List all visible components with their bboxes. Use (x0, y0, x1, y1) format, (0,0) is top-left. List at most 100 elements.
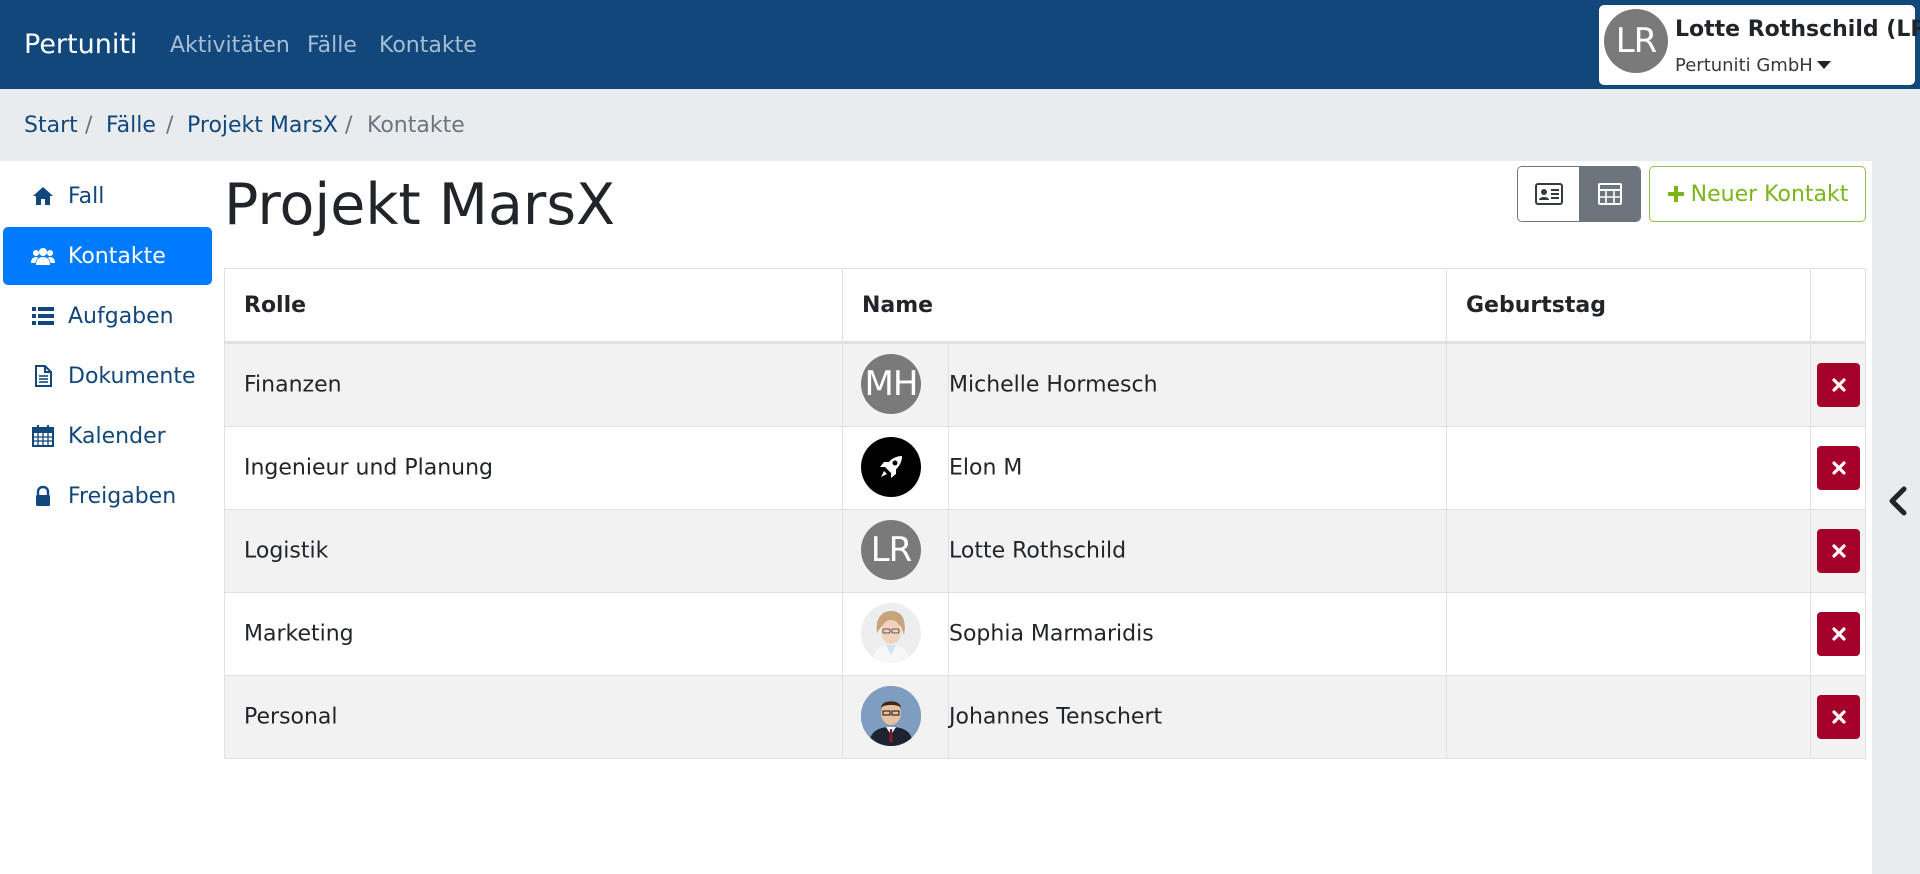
delete-button[interactable] (1817, 529, 1860, 573)
close-icon (1831, 627, 1846, 641)
role-text: Finanzen (244, 372, 342, 398)
table-row: Ingenieur und Planung Elon M (225, 426, 1865, 509)
cell-role: Finanzen (225, 344, 843, 426)
sidebar-item-dokumente[interactable]: Dokumente (3, 347, 212, 405)
cell-birthday (1447, 510, 1811, 592)
sidebar-item-fall[interactable]: Fall (3, 167, 212, 225)
sidebar-item-label: Aufgaben (68, 303, 174, 329)
breadcrumb-faelle[interactable]: Fälle (106, 113, 156, 138)
sidebar-item-aufgaben[interactable]: Aufgaben (3, 287, 212, 345)
rocket-icon (861, 437, 921, 497)
id-card-icon (1534, 183, 1563, 205)
nav-link-aktivitaeten[interactable]: Aktivitäten (170, 33, 290, 58)
role-text: Ingenieur und Planung (244, 455, 494, 481)
user-name: Lotte Rothschild (LR) (1675, 17, 1920, 42)
table-view-button[interactable] (1579, 167, 1640, 221)
table-header: Rolle Name Geburtstag (225, 269, 1865, 343)
cell-birthday (1447, 344, 1811, 426)
cell-birthday (1447, 427, 1811, 509)
column-header-rolle[interactable]: Rolle (225, 269, 843, 341)
table-icon (1597, 183, 1622, 205)
contacts-table: Rolle Name Geburtstag Finanzen MH Michel… (224, 268, 1866, 759)
cell-name: Michelle Hormesch (949, 344, 1447, 426)
breadcrumb-start[interactable]: Start (24, 113, 78, 138)
user-menu[interactable]: LR Lotte Rothschild (LR) Pertuniti GmbH (1599, 5, 1920, 85)
sidebar-item-label: Fall (68, 183, 105, 209)
nav-link-faelle[interactable]: Fälle (307, 33, 357, 58)
breadcrumb-projekt[interactable]: Projekt MarsX (187, 113, 338, 138)
cell-role: Ingenieur und Planung (225, 427, 843, 509)
users-icon (30, 243, 56, 269)
table-row: Logistik LR Lotte Rothschild (225, 509, 1865, 592)
nav-link-kontakte[interactable]: Kontakte (379, 33, 477, 58)
new-contact-label: Neuer Kontakt (1690, 181, 1849, 207)
document-icon (30, 363, 56, 389)
user-avatar: LR (1604, 9, 1668, 73)
cell-role: Personal (225, 676, 843, 758)
column-header-name[interactable]: Name (843, 269, 1447, 341)
view-toggle (1517, 166, 1641, 222)
table-row: Personal Johannes Tenschert (225, 675, 1865, 758)
sidebar-item-freigaben[interactable]: Freigaben (3, 467, 212, 525)
new-contact-button[interactable]: Neuer Kontakt (1649, 166, 1866, 222)
cell-name: Sophia Marmaridis (949, 593, 1447, 675)
card-view-button[interactable] (1518, 167, 1579, 221)
contact-name[interactable]: Sophia Marmaridis (949, 622, 1154, 647)
delete-button[interactable] (1817, 446, 1860, 490)
sidebar-item-kontakte[interactable]: Kontakte (3, 227, 212, 285)
calendar-icon (30, 423, 56, 449)
cell-name: Elon M (949, 427, 1447, 509)
contact-name[interactable]: Elon M (949, 456, 1022, 481)
table-row: Finanzen MH Michelle Hormesch (225, 343, 1865, 426)
cell-avatar: LR (843, 510, 949, 592)
brand-logo[interactable]: Pertuniti (24, 29, 137, 60)
delete-button[interactable] (1817, 695, 1860, 739)
sidebar-item-label: Kontakte (68, 243, 166, 269)
home-icon (30, 183, 56, 209)
cell-name: Johannes Tenschert (949, 676, 1447, 758)
column-header-geburtstag[interactable]: Geburtstag (1447, 269, 1811, 341)
cell-avatar (843, 593, 949, 675)
cell-avatar (843, 676, 949, 758)
breadcrumb-separator: / (345, 113, 353, 138)
cell-birthday (1447, 593, 1811, 675)
plus-icon (1667, 185, 1685, 203)
cell-role: Logistik (225, 510, 843, 592)
lock-icon (30, 483, 56, 509)
breadcrumb-separator: / (85, 113, 93, 138)
chevron-down-icon[interactable] (1817, 61, 1831, 69)
sidebar-item-label: Dokumente (68, 363, 196, 389)
breadcrumb-separator: / (166, 113, 174, 138)
photo-woman-avatar (861, 603, 921, 663)
sidebar-item-label: Kalender (68, 423, 166, 449)
contact-avatar: MH (861, 354, 921, 414)
chevron-left-icon[interactable] (1883, 484, 1913, 518)
cell-avatar (843, 427, 949, 509)
sidebar-item-label: Freigaben (68, 483, 177, 509)
table-row: Marketing Sophia Marmaridis (225, 592, 1865, 675)
photo-man-avatar (861, 686, 921, 746)
close-icon (1831, 378, 1846, 392)
contact-avatar: LR (861, 520, 921, 580)
cell-birthday (1447, 676, 1811, 758)
top-navbar: Pertuniti Aktivitäten Fälle Kontakte LR … (0, 0, 1920, 89)
close-icon (1831, 544, 1846, 558)
cell-avatar: MH (843, 344, 949, 426)
page-title: Projekt MarsX (224, 172, 616, 238)
cell-role: Marketing (225, 593, 843, 675)
role-text: Personal (244, 704, 338, 730)
breadcrumb-current: Kontakte (367, 113, 465, 138)
list-icon (30, 303, 56, 329)
contact-name[interactable]: Michelle Hormesch (949, 373, 1158, 398)
contact-name[interactable]: Johannes Tenschert (949, 705, 1162, 730)
role-text: Logistik (244, 538, 329, 564)
delete-button[interactable] (1817, 363, 1860, 407)
sidebar-item-kalender[interactable]: Kalender (3, 407, 212, 465)
contact-name[interactable]: Lotte Rothschild (949, 539, 1126, 564)
close-icon (1831, 710, 1846, 724)
cell-name: Lotte Rothschild (949, 510, 1447, 592)
column-header-actions (1811, 269, 1865, 341)
breadcrumb: Start / Fälle / Projekt MarsX / Kontakte (0, 89, 1920, 161)
role-text: Marketing (244, 621, 354, 647)
delete-button[interactable] (1817, 612, 1860, 656)
